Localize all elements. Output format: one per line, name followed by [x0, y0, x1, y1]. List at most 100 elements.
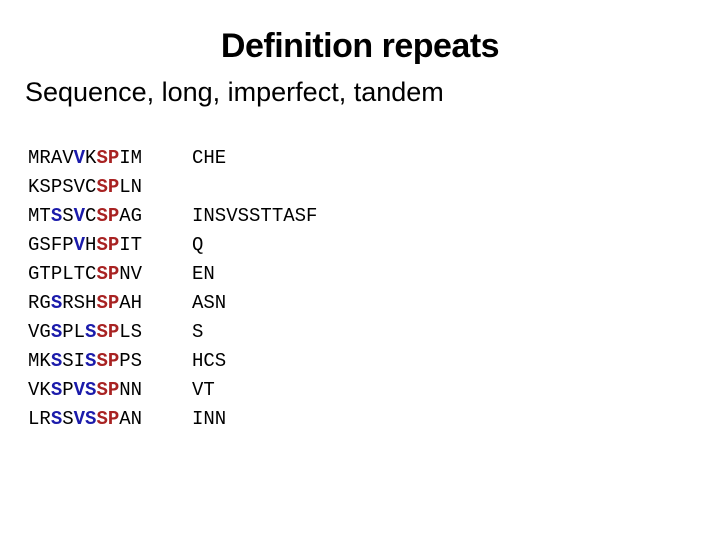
sequence-line: GSFPVHSPIT Q	[28, 231, 317, 260]
residue-plain: V	[28, 321, 40, 343]
residue-blue: S	[50, 321, 63, 343]
residue-red: P	[107, 176, 120, 198]
residue-red: S	[96, 292, 108, 314]
residue-plain: M	[28, 147, 40, 169]
sequence-tail: ASN	[192, 292, 227, 314]
residue-red: S	[96, 379, 108, 401]
residue-plain: C	[85, 176, 97, 198]
residue-plain: G	[39, 321, 51, 343]
sequence-repeat-core: GTPLTCSPNV	[28, 260, 192, 289]
residue-plain: A	[119, 292, 131, 314]
residue-plain: V	[130, 263, 143, 285]
residue-plain: F	[50, 234, 63, 256]
residue-plain: K	[85, 147, 97, 169]
residue-plain: N	[119, 379, 131, 401]
residue-plain: N	[130, 408, 143, 430]
residue-blue: S	[85, 321, 97, 343]
sequence-line: GTPLTCSPNV EN	[28, 260, 317, 289]
sequence-line: MRAVVKSPIM CHE	[28, 144, 317, 173]
slide-canvas: Definition repeats Sequence, long, imper…	[0, 0, 720, 540]
sequence-line: KSPSVCSPLN	[28, 173, 317, 202]
sequence-tail: HCS	[192, 350, 227, 372]
residue-blue: S	[85, 350, 97, 372]
residue-plain: P	[50, 176, 63, 198]
residue-plain: N	[130, 379, 143, 401]
residue-plain: S	[62, 205, 74, 227]
sequence-line: MTSSVCSPAG INSVSSTTASF	[28, 202, 317, 231]
residue-red: P	[107, 234, 120, 256]
sequence-repeat-core: MRAVVKSPIM	[28, 144, 192, 173]
residue-blue: S	[85, 408, 97, 430]
sequence-repeat-core: VGSPLSSPLS	[28, 318, 192, 347]
residue-plain: P	[119, 350, 131, 372]
residue-plain: S	[130, 350, 143, 372]
residue-plain: M	[130, 147, 143, 169]
page-title: Definition repeats	[220, 27, 500, 65]
residue-blue: S	[50, 408, 63, 430]
residue-red: P	[107, 408, 120, 430]
residue-plain: M	[28, 350, 40, 372]
residue-blue: S	[85, 379, 97, 401]
sequence-tail: VT	[192, 379, 215, 401]
residue-plain: G	[28, 263, 40, 285]
residue-plain: L	[73, 321, 86, 343]
residue-red: S	[96, 350, 108, 372]
sequence-line: VKSPVSSPNN VT	[28, 376, 317, 405]
residue-plain: L	[119, 176, 131, 198]
residue-plain: I	[119, 147, 131, 169]
residue-plain: R	[39, 408, 51, 430]
sequence-line: MKSSISSPPS HCS	[28, 347, 317, 376]
sequence-tail: INSVSSTTASF	[192, 205, 318, 227]
sequence-alignment-block: MRAVVKSPIM CHE KSPSVCSPLN MTSSVCSPAG INSVSST…	[28, 144, 317, 434]
residue-plain: R	[62, 292, 74, 314]
residue-plain: R	[39, 147, 51, 169]
residue-red: S	[96, 176, 108, 198]
residue-plain: T	[130, 234, 143, 256]
residue-plain: C	[85, 205, 97, 227]
residue-blue: V	[73, 234, 86, 256]
residue-plain: A	[119, 408, 131, 430]
sequence-repeat-core: RGSRSHSPAH	[28, 289, 192, 318]
residue-plain: P	[62, 379, 74, 401]
sequence-tail: S	[192, 321, 204, 343]
residue-plain: G	[130, 205, 143, 227]
residue-red: S	[96, 263, 108, 285]
sequence-tail: CHE	[192, 147, 227, 169]
residue-plain: L	[62, 263, 74, 285]
residue-red: S	[96, 205, 108, 227]
residue-red: P	[107, 263, 120, 285]
residue-plain: K	[28, 176, 40, 198]
residue-plain: S	[62, 408, 74, 430]
sequence-repeat-core: LRSSVSSPAN	[28, 405, 192, 434]
residue-plain: I	[119, 234, 131, 256]
residue-plain: L	[119, 321, 131, 343]
residue-plain: S	[62, 176, 74, 198]
sequence-line: LRSSVSSPAN INN	[28, 405, 317, 434]
residue-red: P	[107, 147, 120, 169]
sequence-repeat-core: MKSSISSPPS	[28, 347, 192, 376]
residue-plain: T	[73, 263, 86, 285]
residue-plain: S	[130, 321, 143, 343]
sequence-line: VGSPLSSPLS S	[28, 318, 317, 347]
residue-plain: G	[39, 292, 51, 314]
residue-plain: N	[130, 176, 143, 198]
residue-plain: C	[85, 263, 97, 285]
residue-blue: S	[50, 292, 63, 314]
sequence-tail: INN	[192, 408, 227, 430]
sequence-line: RGSRSHSPAH ASN	[28, 289, 317, 318]
residue-plain: K	[39, 379, 51, 401]
residue-plain: G	[28, 234, 40, 256]
sequence-repeat-core: KSPSVCSPLN	[28, 173, 192, 202]
residue-plain: S	[62, 350, 74, 372]
residue-red: P	[107, 350, 120, 372]
residue-plain: K	[39, 350, 51, 372]
residue-red: S	[96, 321, 108, 343]
residue-blue: V	[73, 147, 86, 169]
residue-plain: V	[62, 147, 74, 169]
residue-red: S	[96, 147, 108, 169]
residue-plain: P	[50, 263, 63, 285]
residue-plain: T	[39, 263, 51, 285]
residue-blue: V	[73, 379, 86, 401]
residue-red: S	[96, 234, 108, 256]
residue-plain: A	[50, 147, 63, 169]
